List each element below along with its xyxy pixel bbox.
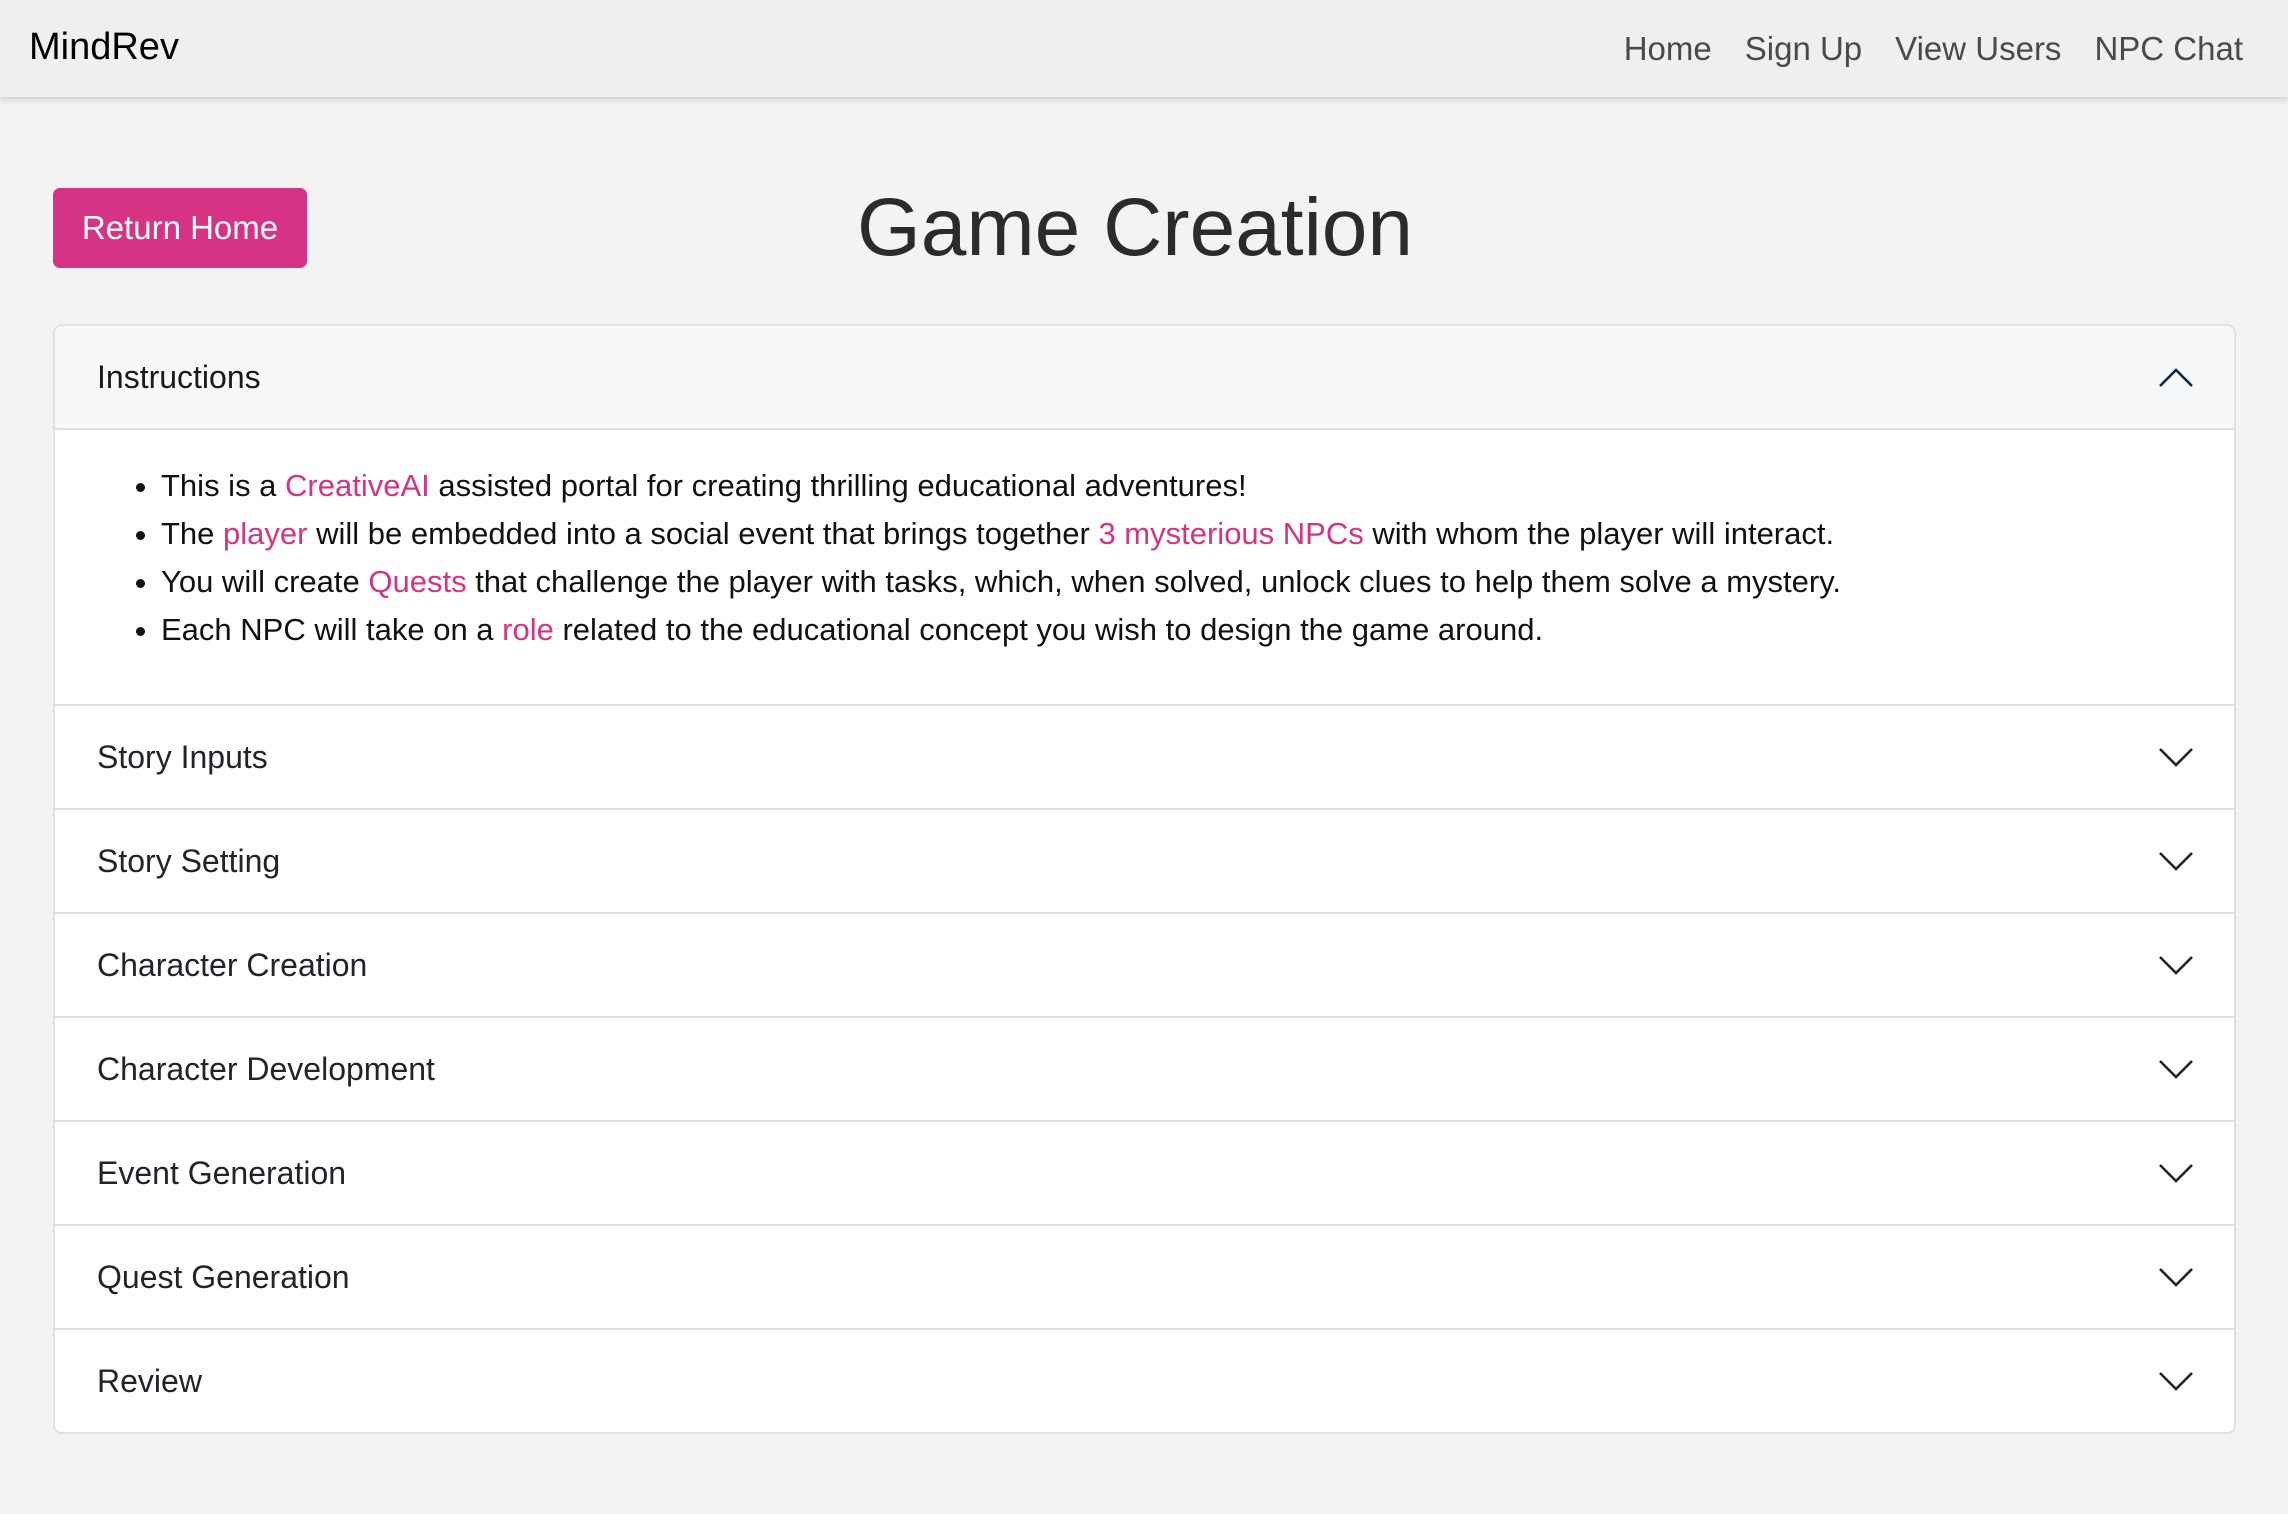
chevron-down-icon <box>2158 1266 2194 1288</box>
chevron-down-icon <box>2158 746 2194 768</box>
instructions-body: This is a CreativeAI assisted portal for… <box>55 430 2234 704</box>
navbar: MindRev Home Sign Up View Users NPC Chat <box>0 0 2288 97</box>
chevron-down-icon <box>2158 954 2194 976</box>
accordion-header-label: Character Development <box>97 1050 435 1087</box>
chevron-up-icon <box>2158 366 2194 388</box>
instruction-item: Each NPC will take on a role related to … <box>161 606 2174 654</box>
accordion-header-label: Instructions <box>97 358 261 395</box>
accordion-header-quest-generation[interactable]: Quest Generation <box>55 1224 2234 1328</box>
game-creation-accordion: Instructions This is a CreativeAI assist… <box>53 324 2236 1434</box>
highlight-text: CreativeAI <box>285 468 430 503</box>
page-title: Game Creation <box>856 182 1414 273</box>
accordion-header-story-setting[interactable]: Story Setting <box>55 808 2234 912</box>
brand-logo[interactable]: MindRev <box>29 26 179 69</box>
instruction-item: This is a CreativeAI assisted portal for… <box>161 462 2174 510</box>
accordion-header-label: Story Setting <box>97 842 281 879</box>
accordion-header-label: Review <box>97 1362 202 1399</box>
highlight-text: role <box>502 612 554 647</box>
accordion-item-quest-generation: Quest Generation <box>55 1224 2234 1328</box>
accordion-item-event-generation: Event Generation <box>55 1120 2234 1224</box>
accordion-header-label: Event Generation <box>97 1154 347 1191</box>
nav-link-sign-up[interactable]: Sign Up <box>1745 30 1862 68</box>
highlight-text: 3 mysterious NPCs <box>1098 516 1364 551</box>
chevron-down-icon <box>2158 1162 2194 1184</box>
accordion-header-character-creation[interactable]: Character Creation <box>55 912 2234 1016</box>
highlight-text: Quests <box>368 564 467 599</box>
instruction-item: The player will be embedded into a socia… <box>161 510 2174 558</box>
instructions-list: This is a CreativeAI assisted portal for… <box>117 462 2174 654</box>
instruction-item: You will create Quests that challenge th… <box>161 558 2174 606</box>
accordion-header-instructions[interactable]: Instructions <box>55 326 2234 430</box>
nav-link-view-users[interactable]: View Users <box>1895 30 2061 68</box>
nav-link-npc-chat[interactable]: NPC Chat <box>2094 30 2243 68</box>
accordion-item-story-inputs: Story Inputs <box>55 704 2234 808</box>
accordion-item-character-development: Character Development <box>55 1016 2234 1120</box>
accordion-header-review[interactable]: Review <box>55 1328 2234 1432</box>
nav-links: Home Sign Up View Users NPC Chat <box>1624 30 2243 68</box>
accordion-item-story-setting: Story Setting <box>55 808 2234 912</box>
accordion-header-event-generation[interactable]: Event Generation <box>55 1120 2234 1224</box>
chevron-down-icon <box>2158 850 2194 872</box>
accordion-header-label: Character Creation <box>97 946 368 983</box>
accordion-item-instructions: Instructions This is a CreativeAI assist… <box>55 326 2234 704</box>
accordion-header-story-inputs[interactable]: Story Inputs <box>55 704 2234 808</box>
accordion-item-review: Review <box>55 1328 2234 1432</box>
chevron-down-icon <box>2158 1370 2194 1392</box>
accordion-item-character-creation: Character Creation <box>55 912 2234 1016</box>
nav-link-home[interactable]: Home <box>1624 30 1712 68</box>
accordion-header-label: Story Inputs <box>97 738 268 775</box>
accordion-header-character-development[interactable]: Character Development <box>55 1016 2234 1120</box>
chevron-down-icon <box>2158 1058 2194 1080</box>
highlight-text: player <box>223 516 308 551</box>
accordion-header-label: Quest Generation <box>97 1258 350 1295</box>
